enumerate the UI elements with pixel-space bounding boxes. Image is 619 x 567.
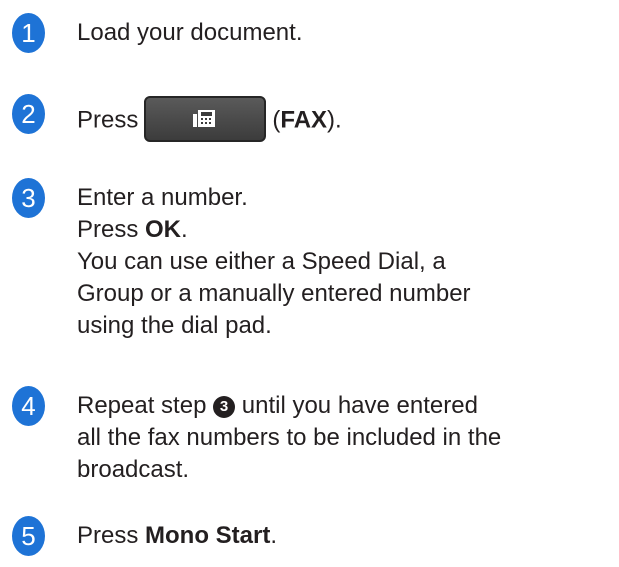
mono-start-label: Mono Start	[145, 522, 271, 549]
step-5-line: Press Mono Start.	[77, 522, 278, 549]
fax-label: FAX	[280, 106, 328, 134]
step-text: Press Mono Start.	[77, 520, 607, 552]
step-4-line-1: Repeat step 3 until you have entered	[77, 392, 478, 419]
step-4-line-3: broadcast.	[77, 456, 190, 483]
step-4-line-2: all the fax numbers to be included in th…	[77, 424, 502, 451]
step-2-press-text: Press	[77, 106, 139, 134]
step-number-badge: 4	[12, 386, 45, 426]
step-text: Press (FAX).	[77, 96, 607, 144]
step-3-line-5: using the dial pad.	[77, 312, 272, 339]
ok-label: OK	[145, 216, 182, 243]
step-3-line-3: You can use either a Speed Dial, a	[77, 248, 446, 275]
step-1-text: Load your document.	[77, 19, 303, 46]
fax-button[interactable]	[144, 96, 267, 142]
step-reference-badge: 3	[213, 396, 236, 418]
step-text: Repeat step 3 until you have entered all…	[77, 390, 607, 486]
step-3-line-2: Press OK.	[77, 216, 188, 243]
paren-close: ).	[327, 106, 342, 134]
step-number-badge: 1	[12, 13, 45, 53]
step-text: Enter a number. Press OK. You can use ei…	[77, 182, 607, 342]
step-3-line-1: Enter a number.	[77, 184, 248, 211]
fax-icon	[193, 110, 216, 127]
step-text: Load your document.	[77, 17, 607, 49]
step-number-badge: 5	[12, 516, 45, 556]
step-3-line-4: Group or a manually entered number	[77, 280, 471, 307]
step-number-badge: 3	[12, 178, 45, 218]
step-number-badge: 2	[12, 94, 45, 134]
